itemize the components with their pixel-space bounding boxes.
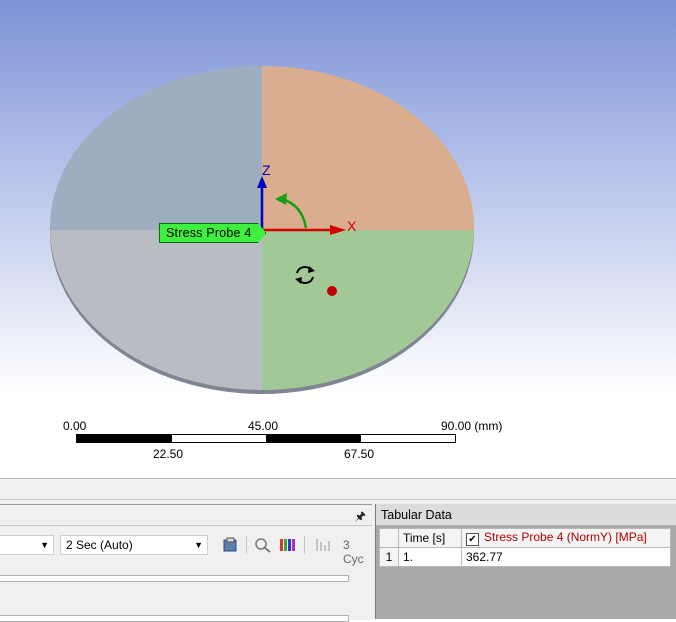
column-header-probe[interactable]: ✔ Stress Probe 4 (NormY) [MPa]	[461, 528, 671, 548]
chevron-down-icon: ▼	[40, 540, 49, 550]
frames-dropdown[interactable]: ▼	[0, 535, 54, 555]
tabular-data-pane: Tabular Data Time [s] ✔ Stress Probe 4 (N…	[375, 504, 676, 619]
export-video-icon[interactable]	[221, 537, 239, 553]
column-header-probe-label: Stress Probe 4 (NormY) [MPa]	[484, 530, 647, 544]
panel-splitter[interactable]	[0, 478, 676, 500]
tabular-data-title: Tabular Data	[376, 504, 676, 526]
column-header-time[interactable]: Time [s]	[398, 528, 462, 548]
scale-label-0: 0.00	[63, 419, 87, 433]
distributed-frames-icon[interactable]	[279, 537, 297, 553]
probe-point[interactable]	[327, 286, 337, 296]
time-step-dropdown[interactable]: 2 Sec (Auto) ▼	[60, 535, 208, 555]
scale-label-90: 90.00 (mm)	[441, 419, 503, 433]
table-corner-cell	[379, 528, 399, 548]
chevron-down-icon: ▼	[194, 540, 203, 550]
toolbar-separator	[246, 536, 247, 554]
x-axis-label: X	[347, 218, 357, 234]
graph-pane-header: 🖈	[0, 505, 372, 526]
table-header-row: Time [s] ✔ Stress Probe 4 (NormY) [MPa]	[379, 528, 671, 548]
graphics-viewport[interactable]: X Z Stress Probe 4 0.00 45.00 90.00 (mm)…	[0, 0, 676, 478]
scale-label-45: 45.00	[248, 419, 279, 433]
graph-settings-icon[interactable]	[315, 537, 333, 553]
scale-bar	[76, 434, 456, 443]
quadrant-top-right	[262, 66, 474, 230]
scale-label-67-5: 67.50	[344, 447, 375, 461]
column-visible-checkbox[interactable]: ✔	[466, 533, 479, 546]
zoom-fit-icon[interactable]	[254, 537, 272, 553]
scale-label-22-5: 22.50	[153, 447, 184, 461]
toolbar-separator	[304, 536, 305, 554]
quadrant-top-left	[50, 66, 262, 230]
row-index: 1	[379, 547, 399, 567]
graph-pane: 🖈 ▼ 2 Sec (Auto) ▼ 3 Cyc	[0, 504, 372, 622]
bottom-panel: 🖈 ▼ 2 Sec (Auto) ▼ 3 Cyc Tabular Data Ti…	[0, 478, 676, 622]
cell-time[interactable]: 1.	[398, 547, 462, 567]
table-row[interactable]: 1 1. 362.77	[379, 547, 671, 567]
stress-probe-label[interactable]: Stress Probe 4	[159, 223, 267, 243]
tabular-data-table: Time [s] ✔ Stress Probe 4 (NormY) [MPa] 1…	[379, 528, 671, 567]
z-axis-label: Z	[262, 162, 271, 178]
quadrant-bottom-left	[50, 230, 262, 390]
model-geometry[interactable]: X Z	[0, 0, 676, 478]
cycles-label[interactable]: 3 Cyc	[343, 538, 372, 566]
quadrant-bottom-right	[262, 230, 474, 390]
pin-icon[interactable]: 🖈	[355, 507, 366, 528]
animation-toolbar: ▼ 2 Sec (Auto) ▼ 3 Cyc	[0, 533, 372, 566]
timeline-track[interactable]	[0, 575, 349, 582]
cell-stress-value[interactable]: 362.77	[461, 547, 671, 567]
